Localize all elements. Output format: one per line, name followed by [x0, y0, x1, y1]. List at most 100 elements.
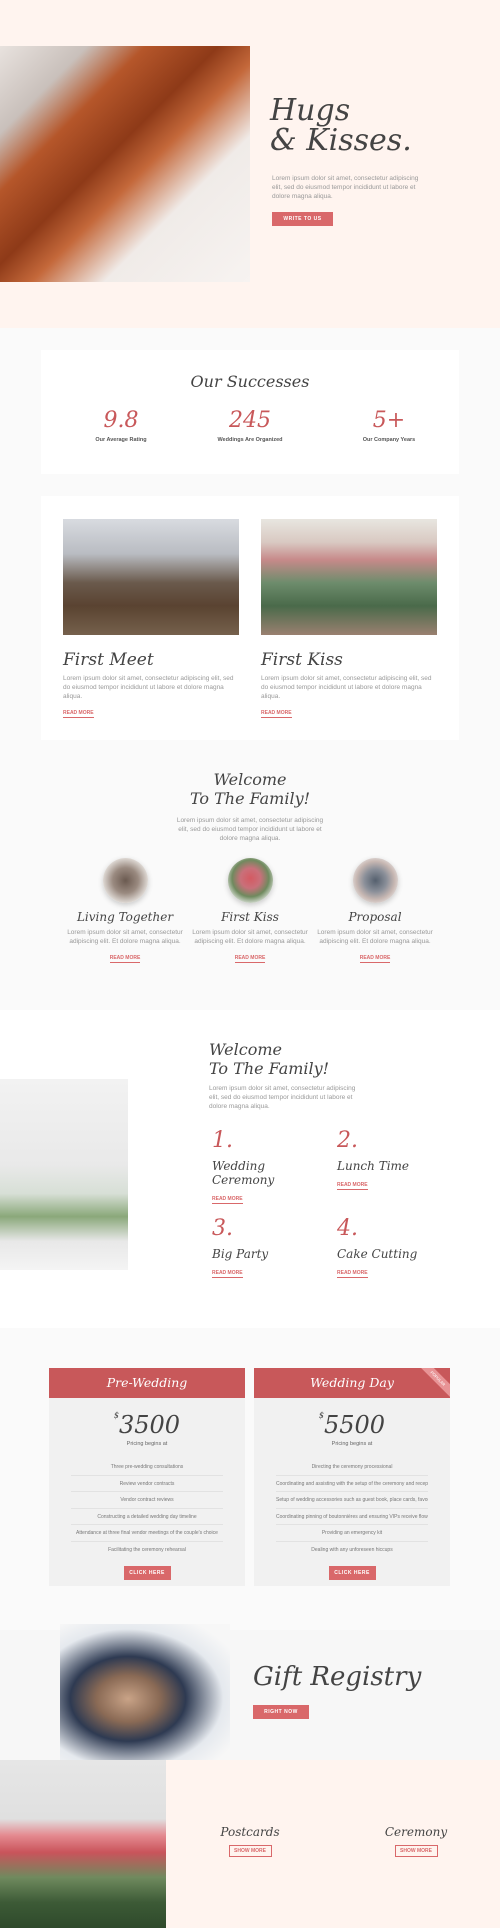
stat-rating: 9.8 Our Average Rating	[61, 408, 181, 443]
postcards-show-more-button[interactable]: SHOW MORE	[228, 1845, 272, 1857]
feature-title: Proposal	[348, 910, 402, 924]
couple-kiss-image	[60, 1624, 230, 1760]
events-title: Welcome To The Family!	[209, 1040, 329, 1078]
reception-table-image	[0, 1079, 128, 1270]
pricing-card-title: Wedding Day	[254, 1368, 450, 1398]
read-more-link[interactable]: READ MORE	[212, 1270, 243, 1278]
post-title: First Kiss	[261, 650, 343, 670]
pricing-feature: Three pre-wedding consultations	[71, 1459, 223, 1476]
posts-section: First Meet Lorem ipsum dolor sit amet, c…	[41, 496, 459, 740]
ceremony-block: Ceremony SHOW MORE	[376, 1825, 456, 1857]
feature-item: First Kiss Lorem ipsum dolor sit amet, c…	[192, 858, 308, 964]
hero-bride-image	[0, 46, 250, 282]
stat-label: Our Company Years	[362, 437, 416, 443]
read-more-link[interactable]: READ MORE	[234, 955, 266, 963]
pricing-subtitle: Pricing begins at	[126, 1441, 168, 1447]
pricing-amount: 5500	[324, 1411, 386, 1439]
successes-section: Our Successes 9.8 Our Average Rating 245…	[41, 350, 459, 474]
pricing-click-here-button[interactable]: CLICK HERE	[328, 1566, 376, 1580]
hero-title-line2: & Kisses.	[270, 123, 412, 158]
feature-text: Lorem ipsum dolor sit amet, consectetur …	[317, 929, 433, 945]
stat-label: Weddings Are Organized	[217, 437, 283, 443]
stat-value: 9.8	[103, 408, 139, 433]
pricing-price: $5500	[254, 1411, 450, 1439]
hero-title: Hugs & Kisses.	[270, 96, 412, 156]
read-more-link[interactable]: READ MORE	[359, 955, 391, 963]
stat-value: 5+	[372, 408, 406, 433]
postcards-title: Postcards	[220, 1825, 280, 1839]
event-title: Lunch Time	[337, 1159, 410, 1173]
pricing-feature: Coordinating and assisting with the setu…	[276, 1476, 428, 1492]
post-text: Lorem ipsum dolor sit amet, consectetur …	[261, 675, 432, 700]
stat-weddings: 245 Weddings Are Organized	[190, 408, 310, 443]
events-title-line1: Welcome	[209, 1040, 282, 1059]
successes-title: Our Successes	[190, 372, 310, 391]
ceremony-title: Ceremony	[384, 1825, 448, 1839]
read-more-link[interactable]: READ MORE	[212, 1196, 243, 1204]
hero-section: Hugs & Kisses. Lorem ipsum dolor sit ame…	[0, 0, 500, 328]
ceremony-show-more-button[interactable]: SHOW MORE	[394, 1845, 438, 1857]
pricing-feature: Dealing with any unforeseen hiccups	[311, 1546, 393, 1553]
read-more-link[interactable]: READ MORE	[337, 1182, 368, 1190]
write-to-us-button[interactable]: WRITE TO US	[272, 212, 333, 226]
pricing-feature: Facilitating the ceremony rehearsal	[108, 1546, 186, 1553]
hero-text: Lorem ipsum dolor sit amet, consectetur …	[272, 175, 419, 200]
read-more-link[interactable]: READ MORE	[261, 710, 292, 718]
pricing-features: Directing the ceremony processional Coor…	[276, 1459, 428, 1558]
pricing-feature: Constructing a detailed wedding day time…	[71, 1509, 223, 1525]
post-image-shoes	[63, 519, 239, 635]
carnation-flowers-image	[0, 1760, 166, 1928]
pricing-features: Three pre-wedding consultations Review v…	[71, 1459, 223, 1558]
pricing-price: $3500	[49, 1411, 245, 1439]
feature-title: First Kiss	[221, 910, 279, 924]
pricing-card-title: Pre-Wedding	[49, 1368, 245, 1398]
pricing-amount: 3500	[119, 1411, 181, 1439]
post-text: Lorem ipsum dolor sit amet, consectetur …	[63, 675, 234, 700]
pricing-card-pre-wedding: Pre-Wedding $3500 Pricing begins at Thre…	[49, 1368, 245, 1586]
stat-years: 5+ Our Company Years	[329, 408, 449, 443]
pricing-feature: Setup of wedding accessories such as gue…	[276, 1492, 428, 1509]
welcome-title-line2: To The Family!	[189, 789, 311, 808]
gift-registry-title: Gift Registry	[253, 1662, 422, 1692]
pricing-feature: Providing an emergency kit	[276, 1525, 428, 1542]
event-number: 2.	[337, 1128, 358, 1153]
post-title: First Meet	[63, 650, 154, 670]
feature-text: Lorem ipsum dolor sit amet, consectetur …	[67, 929, 183, 945]
pricing-card-wedding-day: Wedding Day POPULAR $5500 Pricing begins…	[254, 1368, 450, 1586]
pricing-click-here-button[interactable]: CLICK HERE	[123, 1566, 171, 1580]
event-number: 4.	[337, 1216, 358, 1241]
events-text: Lorem ipsum dolor sit amet, consectetur …	[209, 1085, 356, 1110]
feature-image-kiss	[227, 858, 273, 903]
pricing-feature: Vendor contract reviews	[71, 1492, 223, 1509]
event-item: 1. Wedding Ceremony READ MORE	[212, 1128, 322, 1205]
feature-item: Living Together Lorem ipsum dolor sit am…	[67, 858, 183, 964]
event-title: Cake Cutting	[337, 1247, 418, 1261]
pricing-feature: Attendance at three final vendor meeting…	[71, 1525, 223, 1542]
feature-item: Proposal Lorem ipsum dolor sit amet, con…	[317, 858, 433, 964]
event-title: Wedding Ceremony	[212, 1159, 275, 1187]
post-card: First Kiss Lorem ipsum dolor sit amet, c…	[261, 519, 437, 719]
pricing-feature: Directing the ceremony processional	[276, 1459, 428, 1476]
event-number: 1.	[212, 1128, 233, 1153]
pricing-feature: Coordinating pinning of boutonnières and…	[276, 1509, 428, 1525]
welcome-title-line1: Welcome	[213, 770, 287, 789]
welcome-title: Welcome To The Family!	[0, 770, 500, 808]
stat-label: Our Average Rating	[95, 437, 147, 443]
feature-image-living	[102, 858, 148, 903]
event-item: 2. Lunch Time READ MORE	[337, 1128, 447, 1191]
event-number: 3.	[212, 1216, 233, 1241]
feature-title: Living Together	[76, 910, 174, 924]
feature-text: Lorem ipsum dolor sit amet, consectetur …	[192, 929, 308, 945]
right-now-button[interactable]: RIGHT NOW	[253, 1705, 309, 1719]
welcome-text: Lorem ipsum dolor sit amet, consectetur …	[176, 817, 324, 842]
event-item: 4. Cake Cutting READ MORE	[337, 1216, 447, 1279]
post-card: First Meet Lorem ipsum dolor sit amet, c…	[63, 519, 239, 719]
events-title-line2: To The Family!	[209, 1059, 330, 1078]
feature-image-proposal	[352, 858, 398, 903]
pricing-feature: Review vendor contracts	[71, 1476, 223, 1492]
read-more-link[interactable]: READ MORE	[63, 710, 94, 718]
stat-value: 245	[229, 408, 271, 433]
read-more-link[interactable]: READ MORE	[337, 1270, 368, 1278]
read-more-link[interactable]: READ MORE	[109, 955, 141, 963]
event-title: Big Party	[212, 1247, 269, 1261]
